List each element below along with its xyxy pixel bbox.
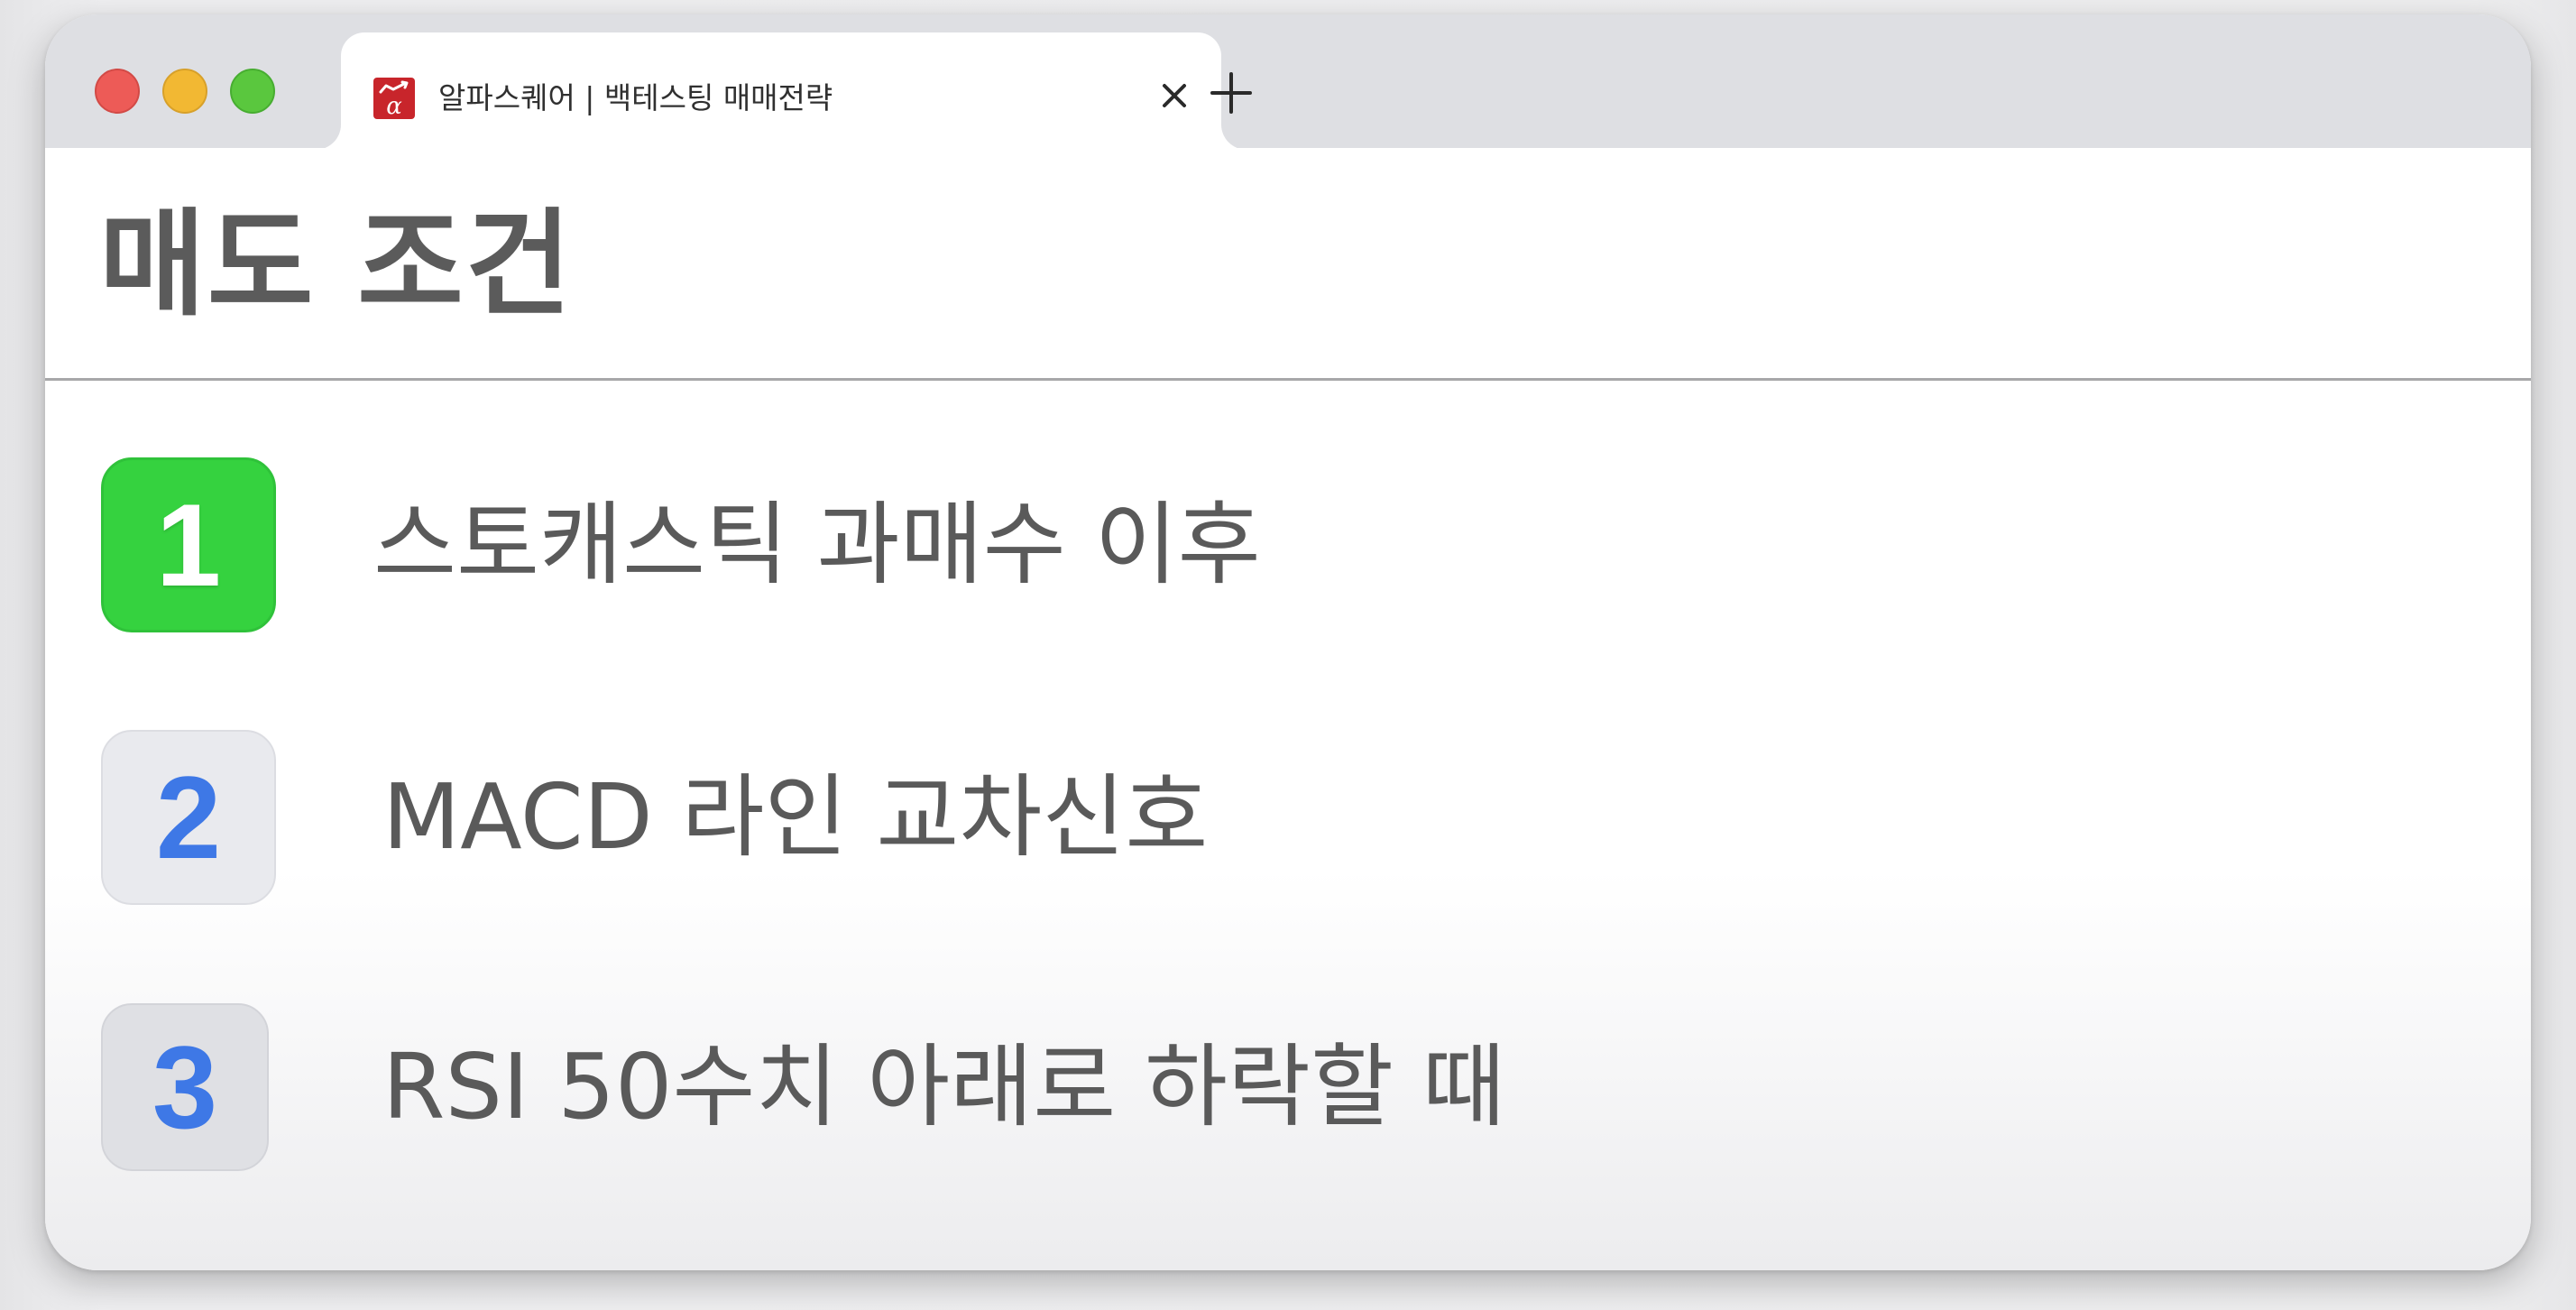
- number-badge: 3: [101, 1003, 269, 1171]
- new-tab-button[interactable]: [1200, 61, 1263, 125]
- svg-text:α: α: [386, 93, 402, 119]
- page-title: 매도 조건: [99, 198, 574, 332]
- number-badge: 1: [101, 457, 276, 632]
- condition-label: MACD 라인 교차신호: [382, 764, 1209, 870]
- minimize-window-button[interactable]: [162, 69, 207, 114]
- condition-label: 스토캐스틱 과매수 이후: [373, 492, 1261, 597]
- list-item: 2 MACD 라인 교차신호: [101, 730, 2446, 905]
- sell-conditions-list: 1 스토캐스틱 과매수 이후 2 MACD 라인 교차신호 3 RSI 50수치…: [45, 381, 2531, 1270]
- list-item: 1 스토캐스틱 과매수 이후: [101, 457, 2446, 632]
- close-icon: [1163, 84, 1186, 107]
- list-item: 3 RSI 50수치 아래로 하락할 때: [101, 1003, 2446, 1178]
- browser-titlebar: α 알파스퀘어 | 백테스팅 매매전략: [45, 14, 2531, 150]
- tab-title: 알파스퀘어 | 백테스팅 매매전략: [438, 80, 833, 115]
- tab-close-button[interactable]: [1147, 69, 1201, 123]
- close-window-button[interactable]: [95, 69, 140, 114]
- page-header: 매도 조건: [45, 148, 2531, 381]
- condition-label: RSI 50수치 아래로 하락할 때: [382, 1034, 1505, 1139]
- plus-icon: [1210, 72, 1252, 114]
- alphasquare-logo-icon: α: [373, 78, 415, 119]
- browser-tab[interactable]: α 알파스퀘어 | 백테스팅 매매전략: [341, 32, 1221, 150]
- maximize-window-button[interactable]: [230, 69, 275, 114]
- browser-window: α 알파스퀘어 | 백테스팅 매매전략 매도 조건 1 스토캐스틱 과매수 이후…: [45, 14, 2531, 1270]
- number-badge: 2: [101, 730, 276, 905]
